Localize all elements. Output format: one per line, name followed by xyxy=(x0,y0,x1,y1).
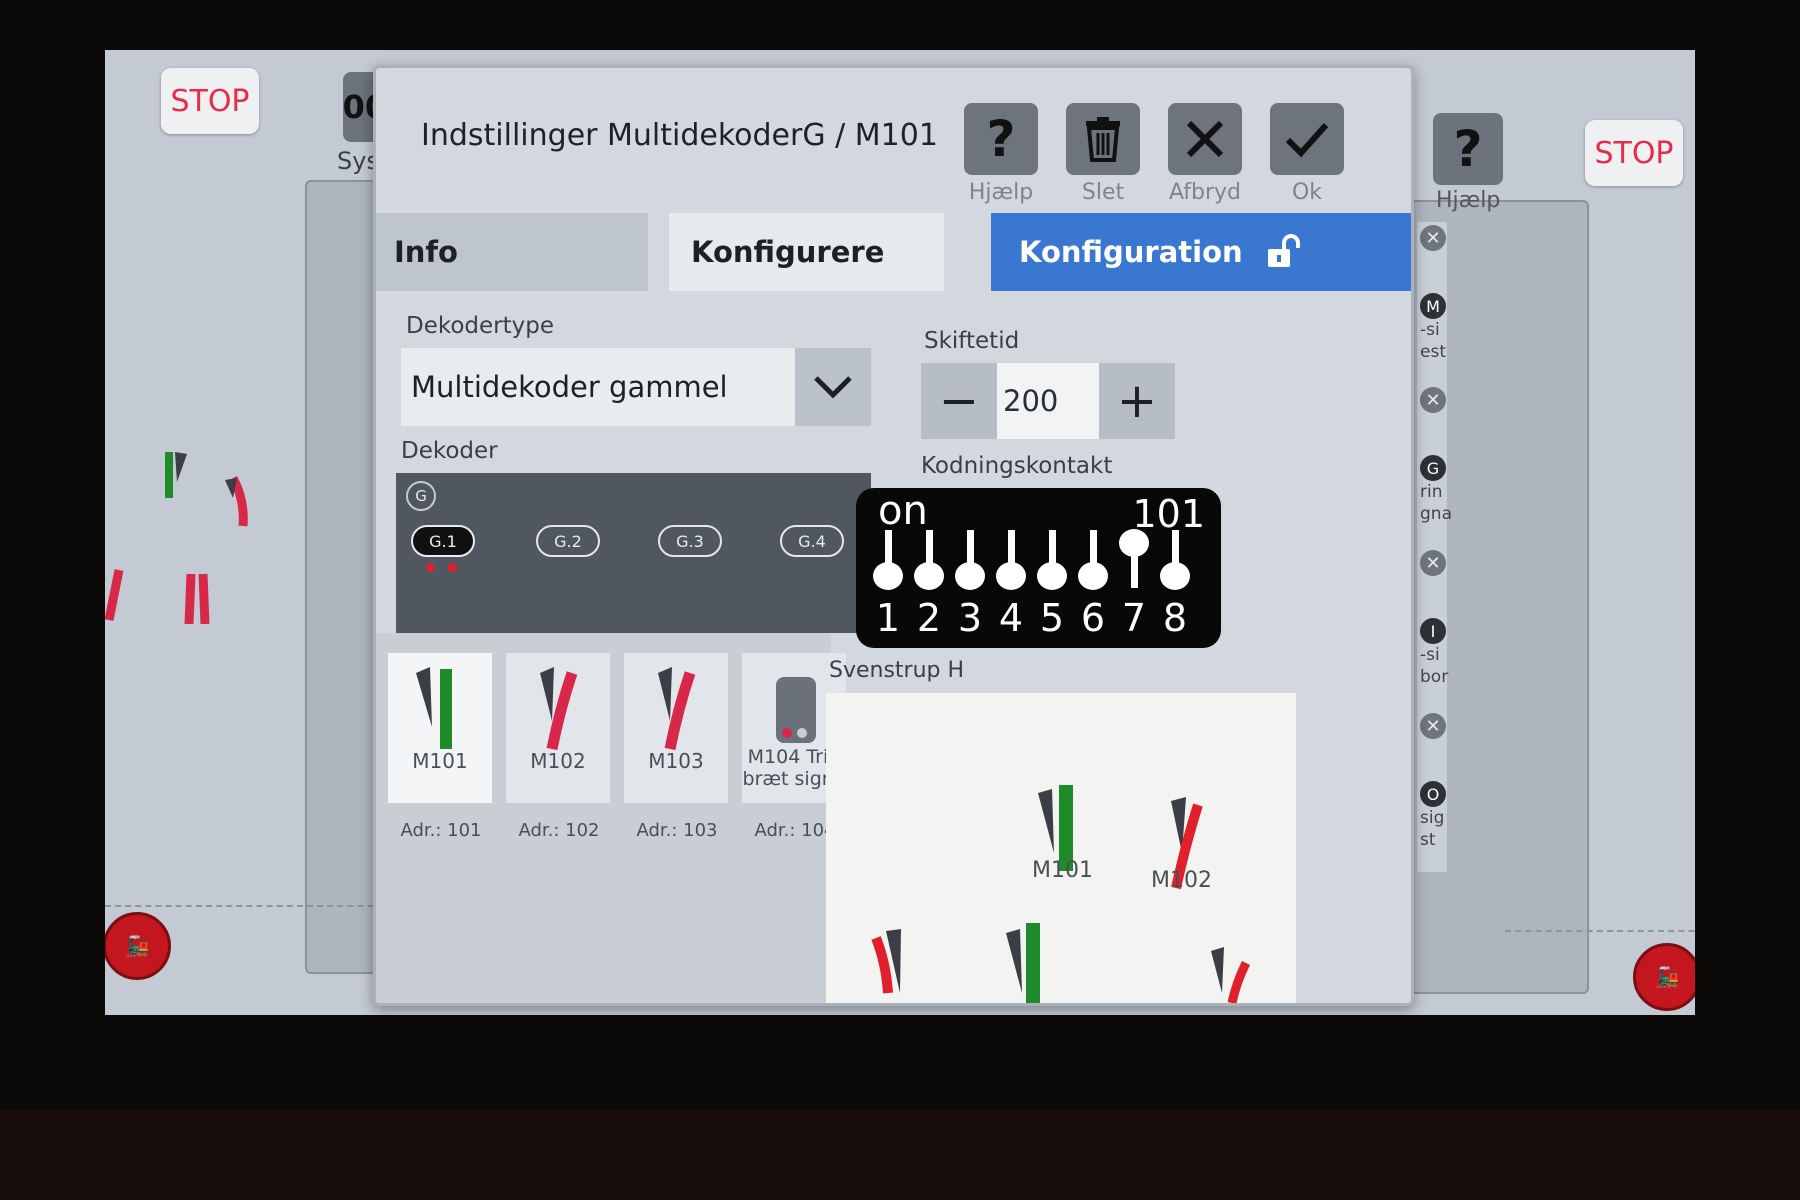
stop-button-right[interactable]: STOP xyxy=(1585,120,1683,186)
group-badge: G xyxy=(406,481,436,511)
decoder-group-panel: G G.1 G.2 G.3 G.4 xyxy=(396,473,871,633)
increment-button[interactable]: + xyxy=(1099,363,1175,439)
coding-switch-label: Kodningskontakt xyxy=(921,453,1113,479)
decoder-type-value: Multidekoder gammel xyxy=(411,370,728,404)
coding-dip-switch: on 101 1 2 3 4 5 6 7 8 xyxy=(856,488,1221,648)
tab-konfigurere-label: Konfigurere xyxy=(691,235,885,269)
status-dot xyxy=(426,563,435,572)
decoder-group-g2[interactable]: G.2 xyxy=(536,525,600,557)
side-item-text: st xyxy=(1420,830,1436,850)
train-control-button[interactable]: 🚂 xyxy=(1633,943,1695,1011)
background-track-symbols xyxy=(105,452,248,625)
cancel-button[interactable] xyxy=(1168,103,1242,175)
track-dashline xyxy=(1505,930,1695,932)
dialog-title: Indstillinger MultidekoderG / M101 xyxy=(421,118,938,153)
article-address: Adr.: 102 xyxy=(518,820,600,841)
decoder-type-label: Dekodertype xyxy=(406,313,555,339)
article-address: Adr.: 103 xyxy=(636,820,718,841)
layout-preview-label: Svenstrup H xyxy=(829,658,965,683)
cancel-label: Afbryd xyxy=(1168,180,1241,205)
switch-time-value[interactable]: 200 xyxy=(997,363,1099,439)
decoder-group-g1[interactable]: G.1 xyxy=(411,525,475,557)
train-control-button[interactable]: 🚂 xyxy=(105,912,171,980)
help-label: Hjælp xyxy=(968,180,1034,205)
article-card-m101[interactable]: M101 xyxy=(388,653,492,803)
tab-info-label: Info xyxy=(394,235,458,269)
dip-switch-3[interactable]: 3 xyxy=(952,596,988,640)
delete-label: Slet xyxy=(1081,180,1125,205)
step-board-signal-icon xyxy=(776,677,816,743)
decrement-button[interactable]: − xyxy=(921,363,997,439)
tab-konfiguration-label: Konfiguration xyxy=(1019,235,1243,269)
signal-red-icon xyxy=(540,667,578,751)
dip-switch-6[interactable]: 6 xyxy=(1075,596,1111,640)
decoder-group-g4[interactable]: G.4 xyxy=(780,525,844,557)
dip-switch-7[interactable]: 7 xyxy=(1116,596,1152,640)
article-name: M102 xyxy=(530,749,586,773)
check-icon xyxy=(1285,123,1329,158)
decoder-label: Dekoder xyxy=(401,438,498,464)
side-item-text: sig xyxy=(1420,808,1445,828)
help-button[interactable]: ? xyxy=(964,103,1038,175)
switch-time-label: Skiftetid xyxy=(924,328,1020,354)
tab-konfigurere[interactable]: Konfigurere xyxy=(669,213,944,291)
preview-item-label: M101 xyxy=(1032,858,1093,883)
tab-konfiguration[interactable]: Konfiguration xyxy=(991,213,1411,291)
settings-dialog: Indstillinger MultidekoderG / M101 ? Hjæ… xyxy=(373,65,1414,1006)
dip-switch-8[interactable]: 8 xyxy=(1157,596,1193,640)
unlock-icon xyxy=(1267,234,1300,267)
ok-button[interactable] xyxy=(1270,103,1344,175)
article-name: M101 xyxy=(412,749,468,773)
signal-red-icon xyxy=(658,667,696,751)
decoder-type-select[interactable]: Multidekoder gammel xyxy=(401,348,871,426)
status-dot xyxy=(448,563,457,572)
article-card-m102[interactable]: M102 xyxy=(506,653,610,803)
dip-switch-5[interactable]: 5 xyxy=(1034,596,1070,640)
stop-button-left[interactable]: STOP xyxy=(161,68,259,134)
question-icon: ? xyxy=(986,110,1016,168)
article-name: M103 xyxy=(648,749,704,773)
side-badge: O xyxy=(1420,781,1446,807)
switch-time-stepper: − 200 + xyxy=(921,363,1175,439)
delete-button[interactable] xyxy=(1066,103,1140,175)
layout-preview: M101 M102 xyxy=(826,693,1296,1003)
trash-icon xyxy=(1086,117,1120,162)
ok-label: Ok xyxy=(1291,180,1323,205)
article-card-m103[interactable]: M103 xyxy=(624,653,728,803)
signal-green-icon xyxy=(416,667,452,749)
tab-info[interactable]: Info xyxy=(376,213,648,291)
dip-switch-2[interactable]: 2 xyxy=(911,596,947,640)
dip-switch-1[interactable]: 1 xyxy=(870,596,906,640)
dip-switch-4[interactable]: 4 xyxy=(993,596,1029,640)
preview-item-label: M102 xyxy=(1151,868,1212,893)
decoder-group-g3[interactable]: G.3 xyxy=(658,525,722,557)
article-address: Adr.: 101 xyxy=(400,820,482,841)
preview-track-symbols xyxy=(871,785,1251,1003)
close-icon xyxy=(1186,120,1224,158)
screen-bezel xyxy=(0,1110,1800,1200)
chevron-down-icon[interactable] xyxy=(795,348,871,426)
